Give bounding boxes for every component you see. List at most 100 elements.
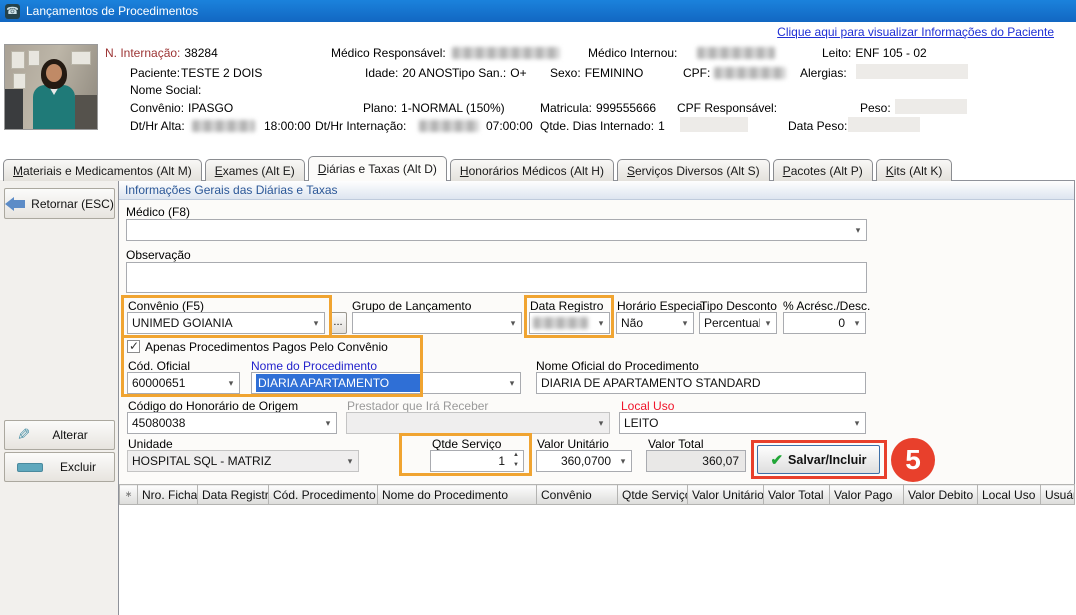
prestador-label: Prestador que Irá Receber bbox=[347, 399, 488, 413]
patient-photo bbox=[4, 44, 98, 130]
salvar-incluir-button[interactable]: ✔ Salvar/Incluir bbox=[757, 445, 880, 474]
section-header: Informações Gerais das Diárias e Taxas bbox=[119, 181, 1074, 200]
spinner-arrows[interactable]: ▲▼ bbox=[509, 451, 523, 471]
convenio-combobox[interactable]: UNIMED GOIANIA bbox=[127, 312, 325, 334]
field-nome-social: Nome Social: bbox=[130, 83, 205, 97]
field-tipo-sanguineo: Tipo San.:O+ bbox=[452, 66, 527, 80]
tipo-desconto-combobox[interactable]: Percentual bbox=[699, 312, 777, 334]
unidade-combobox: HOSPITAL SQL - MATRIZ bbox=[127, 450, 359, 472]
chevron-down-icon[interactable] bbox=[677, 313, 693, 333]
chevron-down-icon bbox=[342, 451, 358, 471]
observacao-input[interactable] bbox=[126, 262, 867, 293]
acresc-desc-combobox[interactable]: 0 bbox=[783, 312, 866, 334]
field-matricula: Matricula:999555666 bbox=[540, 101, 656, 115]
col-local-uso[interactable]: Local Uso bbox=[978, 485, 1041, 505]
convenio-browse-button[interactable]: ... bbox=[329, 312, 347, 334]
chevron-down-icon[interactable] bbox=[308, 313, 324, 333]
apenas-pagos-checkbox[interactable] bbox=[127, 340, 140, 353]
nome-oficial-label: Nome Oficial do Procedimento bbox=[536, 359, 699, 373]
peso-empty-box bbox=[895, 99, 967, 114]
valor-unitario-combobox[interactable]: 360,0700 bbox=[536, 450, 632, 472]
tab-pacotes[interactable]: Pacotes (Alt P) bbox=[773, 159, 873, 181]
tab-strip: Materiais e Medicamentos (Alt M) Exames … bbox=[3, 156, 952, 181]
field-dt-alta: Dt/Hr Alta: bbox=[130, 119, 189, 133]
nome-procedimento-label: Nome do Procedimento bbox=[251, 359, 377, 373]
data-peso-empty-box bbox=[848, 117, 920, 132]
convenio-label: Convênio (F5) bbox=[128, 299, 204, 313]
col-valor-debito[interactable]: Valor Debito bbox=[904, 485, 978, 505]
nome-procedimento-combobox[interactable]: DIARIA APARTAMENTO bbox=[251, 372, 521, 394]
patient-info-link[interactable]: Clique aqui para visualizar Informações … bbox=[777, 25, 1054, 39]
redacted-dt-internacao bbox=[419, 120, 479, 132]
local-uso-combobox[interactable]: LEITO bbox=[619, 412, 866, 434]
title-bar: ☎ Lançamentos de Procedimentos bbox=[0, 0, 1076, 22]
horario-especial-combobox[interactable]: Não bbox=[616, 312, 694, 334]
tab-materiais[interactable]: Materiais e Medicamentos (Alt M) bbox=[3, 159, 202, 181]
grupo-lancamento-combobox[interactable] bbox=[352, 312, 522, 334]
back-arrow-icon bbox=[5, 197, 25, 211]
step-5-badge: 5 bbox=[891, 438, 935, 482]
chevron-down-icon[interactable] bbox=[593, 313, 609, 333]
col-usuario[interactable]: Usuário bbox=[1041, 485, 1075, 505]
tab-kits[interactable]: Kits (Alt K) bbox=[876, 159, 953, 181]
field-plano: Plano:1-NORMAL (150%) bbox=[363, 101, 505, 115]
alterar-button[interactable]: ✎ Alterar bbox=[4, 420, 115, 450]
cod-oficial-label: Cód. Oficial bbox=[128, 359, 190, 373]
lancamentos-table: ∗ Nro. Ficha Data Registro Cód. Procedim… bbox=[119, 484, 1075, 505]
chevron-down-icon[interactable] bbox=[505, 313, 521, 333]
col-data-registro[interactable]: Data Registro bbox=[198, 485, 269, 505]
col-cod-procedimento[interactable]: Cód. Procedimento bbox=[269, 485, 378, 505]
col-valor-pago[interactable]: Valor Pago bbox=[830, 485, 904, 505]
col-valor-total[interactable]: Valor Total bbox=[764, 485, 830, 505]
asterisk-icon: ∗ bbox=[120, 485, 138, 505]
chevron-down-icon[interactable] bbox=[849, 413, 865, 433]
col-convenio[interactable]: Convênio bbox=[537, 485, 618, 505]
valor-total-field: 360,07 bbox=[646, 450, 746, 472]
retornar-button[interactable]: Retornar (ESC) bbox=[4, 188, 115, 219]
field-cpf: CPF: bbox=[683, 66, 714, 80]
unidade-label: Unidade bbox=[128, 437, 173, 451]
grupo-lancamento-label: Grupo de Lançamento bbox=[352, 299, 471, 313]
nome-oficial-input[interactable]: DIARIA DE APARTAMENTO STANDARD bbox=[536, 372, 866, 394]
field-n-internacao: N. Internação:38284 bbox=[105, 46, 218, 60]
excluir-button[interactable]: Excluir bbox=[4, 452, 115, 482]
table-header-row: ∗ Nro. Ficha Data Registro Cód. Procedim… bbox=[120, 485, 1075, 505]
local-uso-label: Local Uso bbox=[621, 399, 674, 413]
alergias-empty-box bbox=[856, 64, 968, 79]
chevron-down-icon[interactable] bbox=[850, 220, 866, 240]
col-valor-unitario[interactable]: Valor Unitário bbox=[688, 485, 764, 505]
prestador-combobox bbox=[346, 412, 610, 434]
chevron-down-icon[interactable] bbox=[760, 313, 776, 333]
redacted-dt-alta bbox=[192, 120, 255, 132]
chevron-down-icon[interactable] bbox=[849, 313, 865, 333]
chevron-down-icon[interactable] bbox=[320, 413, 336, 433]
pencil-icon: ✎ bbox=[17, 425, 30, 445]
chevron-down-icon[interactable] bbox=[615, 451, 631, 471]
tab-servicos[interactable]: Serviços Diversos (Alt S) bbox=[617, 159, 770, 181]
tab-exames[interactable]: Exames (Alt E) bbox=[205, 159, 305, 181]
cod-honorario-combobox[interactable]: 45080038 bbox=[127, 412, 337, 434]
eraser-icon bbox=[17, 463, 43, 472]
valor-unitario-label: Valor Unitário bbox=[537, 437, 609, 451]
field-peso: Peso: bbox=[860, 101, 895, 115]
qtde-servico-stepper[interactable]: 1 ▲▼ bbox=[430, 450, 524, 472]
procedure-entry-window: ☎ Lançamentos de Procedimentos Clique aq… bbox=[0, 0, 1076, 615]
chevron-down-icon[interactable] bbox=[504, 373, 520, 393]
col-nro-ficha[interactable]: Nro. Ficha bbox=[138, 485, 198, 505]
field-idade: Idade:20 ANOS bbox=[365, 66, 452, 80]
horario-especial-label: Horário Especial bbox=[617, 299, 705, 313]
window-title: Lançamentos de Procedimentos bbox=[26, 4, 198, 18]
medico-combobox[interactable] bbox=[126, 219, 867, 241]
col-nome-procedimento[interactable]: Nome do Procedimento bbox=[378, 485, 537, 505]
tipo-desconto-label: Tipo Desconto bbox=[700, 299, 777, 313]
cod-oficial-combobox[interactable]: 60000651 bbox=[127, 372, 240, 394]
field-cpf-responsavel: CPF Responsável: bbox=[677, 101, 781, 115]
col-qtde-servico[interactable]: Qtde Serviço bbox=[618, 485, 688, 505]
data-registro-label: Data Registro bbox=[530, 299, 603, 313]
tab-honorarios[interactable]: Honorários Médicos (Alt H) bbox=[450, 159, 614, 181]
field-convenio-paciente: Convênio:IPASGO bbox=[130, 101, 233, 115]
tab-diarias-taxas[interactable]: Diárias e Taxas (Alt D) bbox=[308, 156, 447, 181]
app-icon: ☎ bbox=[5, 4, 20, 19]
chevron-down-icon[interactable] bbox=[223, 373, 239, 393]
field-medico-responsavel: Médico Responsável: bbox=[331, 46, 450, 60]
